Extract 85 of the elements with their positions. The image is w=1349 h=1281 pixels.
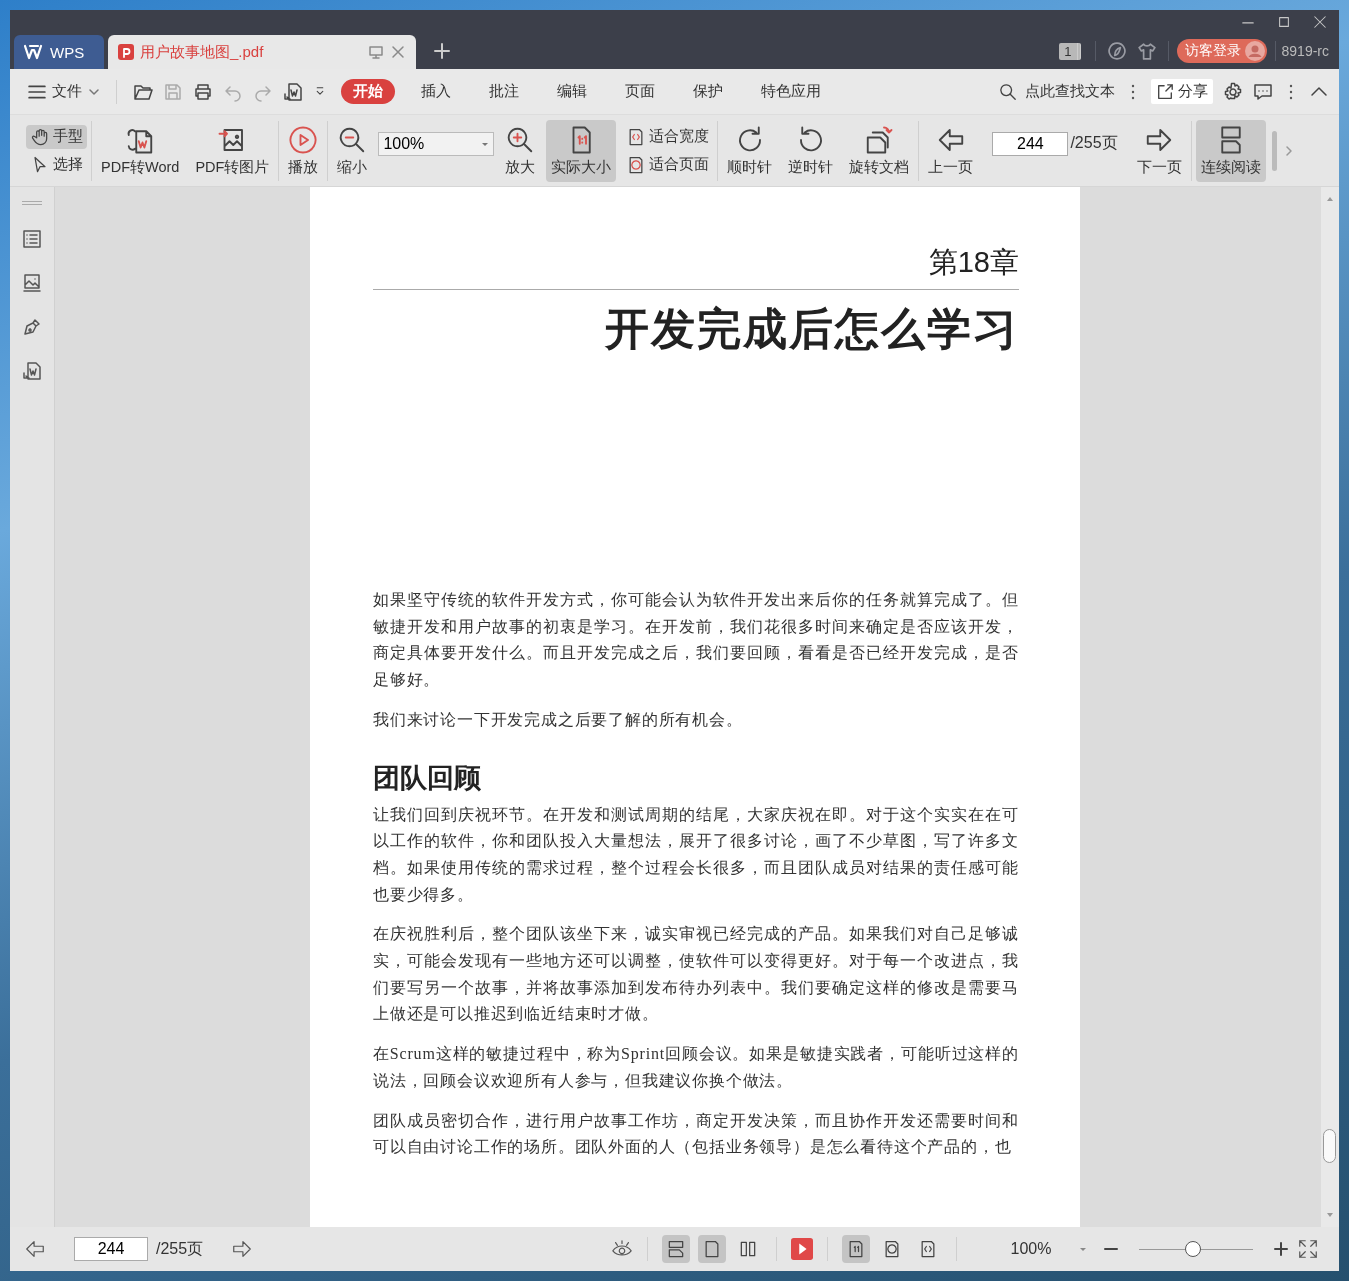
pdf-file-icon <box>118 44 134 60</box>
page-total: /255页 <box>1070 133 1118 153</box>
more-icon[interactable] <box>1289 83 1293 100</box>
ribbon-tab[interactable]: 保护 <box>681 79 735 104</box>
export-word-icon[interactable] <box>22 361 42 381</box>
outline-icon[interactable] <box>22 229 42 249</box>
find-text-button[interactable]: 点此查找文本 <box>999 82 1115 101</box>
zoom-dropdown[interactable]: 100% <box>378 131 495 156</box>
paragraph: 我们来讨论一下开发完成之后要了解的所有机会。 <box>373 709 744 730</box>
section-heading: 团队回顾 <box>373 761 482 795</box>
ribbon-tab[interactable]: 特色应用 <box>749 79 833 104</box>
rotate-document-icon <box>864 124 895 155</box>
page-number-field[interactable]: 244 <box>74 1237 148 1261</box>
play-icon <box>288 124 319 155</box>
pen-icon[interactable] <box>22 317 42 337</box>
tool-button[interactable]: 下一页 <box>1131 119 1187 182</box>
caret-icon[interactable] <box>1079 1245 1087 1253</box>
tool-button[interactable]: 播放 <box>283 119 324 182</box>
tool-button[interactable]: 适合页面 <box>622 152 714 177</box>
file-menu-button[interactable]: 文件 <box>28 82 100 101</box>
chapter-title: 开发完成后怎么学习 <box>604 303 1019 355</box>
zoom-level[interactable]: 100% <box>1001 1240 1061 1258</box>
tool-button[interactable]: 放大 <box>500 119 541 182</box>
version-label: 8919-rc <box>1281 43 1329 59</box>
tool-button[interactable]: 缩小 <box>332 119 373 182</box>
toolbar-scroll-handle[interactable] <box>1271 130 1277 171</box>
tool-button[interactable]: 上一页 <box>923 119 979 182</box>
w-logo-icon <box>24 44 44 60</box>
share-icon <box>1156 82 1174 101</box>
maximize-icon[interactable] <box>1277 14 1291 29</box>
print-icon[interactable] <box>193 81 213 102</box>
view-mode-button[interactable] <box>662 1235 690 1263</box>
close-icon[interactable] <box>1313 14 1327 29</box>
chapter-number: 第18章 <box>927 245 1019 280</box>
window-count-badge[interactable]: 1 <box>1059 42 1081 60</box>
new-tab-icon[interactable] <box>434 43 450 59</box>
document-tab[interactable]: WPS <box>14 35 104 69</box>
paragraph: 让我们回到庆祝环节。在开发和测试周期的结尾，大家庆祝在即。对于这个实实在在可以工作的软件，你和团队投入大量想法，展开了很多讨论，画了不少草图，写了许多文档。如果使用传统的需求过程，整个过程会长很多，而且团队成员对结果的责任感可能也要少得多。 <box>373 804 1019 905</box>
more-icon[interactable] <box>1131 83 1135 100</box>
shirt-icon[interactable] <box>1137 42 1156 60</box>
next-page-icon[interactable] <box>231 1238 254 1260</box>
ribbon-tab[interactable]: 编辑 <box>545 79 599 104</box>
fullscreen-icon[interactable] <box>1297 1238 1319 1260</box>
play-icon[interactable] <box>791 1238 813 1260</box>
monitor-icon[interactable] <box>368 44 384 60</box>
paragraph: 在庆祝胜利后，整个团队该坐下来，诚实审视已经完成的产品。如果我们对自己足够诚实，可能会发现有一些地方还可以调整，使软件可以变得更好。对于每一个改进点，我们要写另一个故事，并将故事添加到发布待办列表中。我们要确定这样的修改是需要马上做还是可以推迟到临近结束时才做。 <box>373 924 1019 1025</box>
tool-button[interactable]: 逆时针 <box>783 119 839 182</box>
fit-mode-button[interactable] <box>842 1235 870 1263</box>
settings-icon[interactable] <box>1223 81 1243 102</box>
paragraph: 团队成员密切合作，进行用户故事工作坊，商定开发决策，而且协作开发还需要时间和可以自由讨论工作的场所。团队外面的人（包括业务领导）是怎么看待这个产品的，也 <box>373 1110 1019 1158</box>
ribbon-tab[interactable]: 批注 <box>477 79 531 104</box>
paragraph: 如果坚守传统的软件开发方式，你可能会认为软件开发出来后你的任务就算完成了。但敏捷开发和用户故事的初衷是学习。在开发前，我们花很多时间来确定是否应该开发，商定具体要开发什么。而且开发完成之后，我们要回顾，看看是否已经开发完成，是否足够好。 <box>373 590 1019 691</box>
continuous-pages-icon <box>666 1239 686 1259</box>
hand-icon <box>30 126 50 147</box>
chat-icon[interactable] <box>1253 81 1273 102</box>
export-word-icon[interactable] <box>283 81 303 102</box>
tool-button[interactable]: PDF转图片 <box>190 119 275 182</box>
paragraph: 在Scrum这样的敏捷过程中，称为Sprint回顾会议。如果是敏捷实践者，可能听过这样的说法，回顾会议欢迎所有人参与，但我建议你换个做法。 <box>373 1044 1019 1091</box>
tool-button[interactable]: 手型 <box>26 124 87 149</box>
ribbon-tab[interactable]: 开始 <box>341 79 395 104</box>
drag-handle[interactable] <box>22 201 42 205</box>
tool-button[interactable]: 适合宽度 <box>622 124 714 149</box>
tool-button[interactable]: 选择 <box>26 152 87 177</box>
slider-thumb[interactable] <box>1184 1241 1201 1257</box>
search-icon <box>999 82 1017 101</box>
avatar-icon <box>1244 41 1265 61</box>
page-total: /255页 <box>156 1238 204 1259</box>
previous-page-icon[interactable] <box>24 1238 46 1260</box>
tool-button[interactable]: 实际大小 <box>546 119 617 182</box>
scroll-thumb[interactable] <box>1323 1129 1336 1163</box>
tool-button[interactable]: 连续阅读 <box>1195 119 1266 182</box>
two-page-icon <box>738 1239 758 1259</box>
ribbon-tab[interactable]: 插入 <box>409 79 463 104</box>
document-tab[interactable]: 用户故事地图_.pdf <box>108 35 416 69</box>
close-icon[interactable] <box>390 44 406 60</box>
zoom-in-icon[interactable] <box>1273 1241 1289 1257</box>
ribbon-tab[interactable]: 页面 <box>613 79 667 104</box>
view-mode-button[interactable] <box>698 1235 726 1263</box>
share-button[interactable]: 分享 <box>1151 79 1213 104</box>
image-icon[interactable] <box>22 273 42 293</box>
leaf-icon[interactable] <box>1107 42 1126 60</box>
page-number-field[interactable]: 244 <box>992 131 1069 156</box>
tool-button[interactable]: 顺时针 <box>722 119 778 182</box>
tool-button[interactable]: 旋转文档 <box>844 119 915 182</box>
tool-button[interactable]: PDF转Word <box>96 119 185 182</box>
